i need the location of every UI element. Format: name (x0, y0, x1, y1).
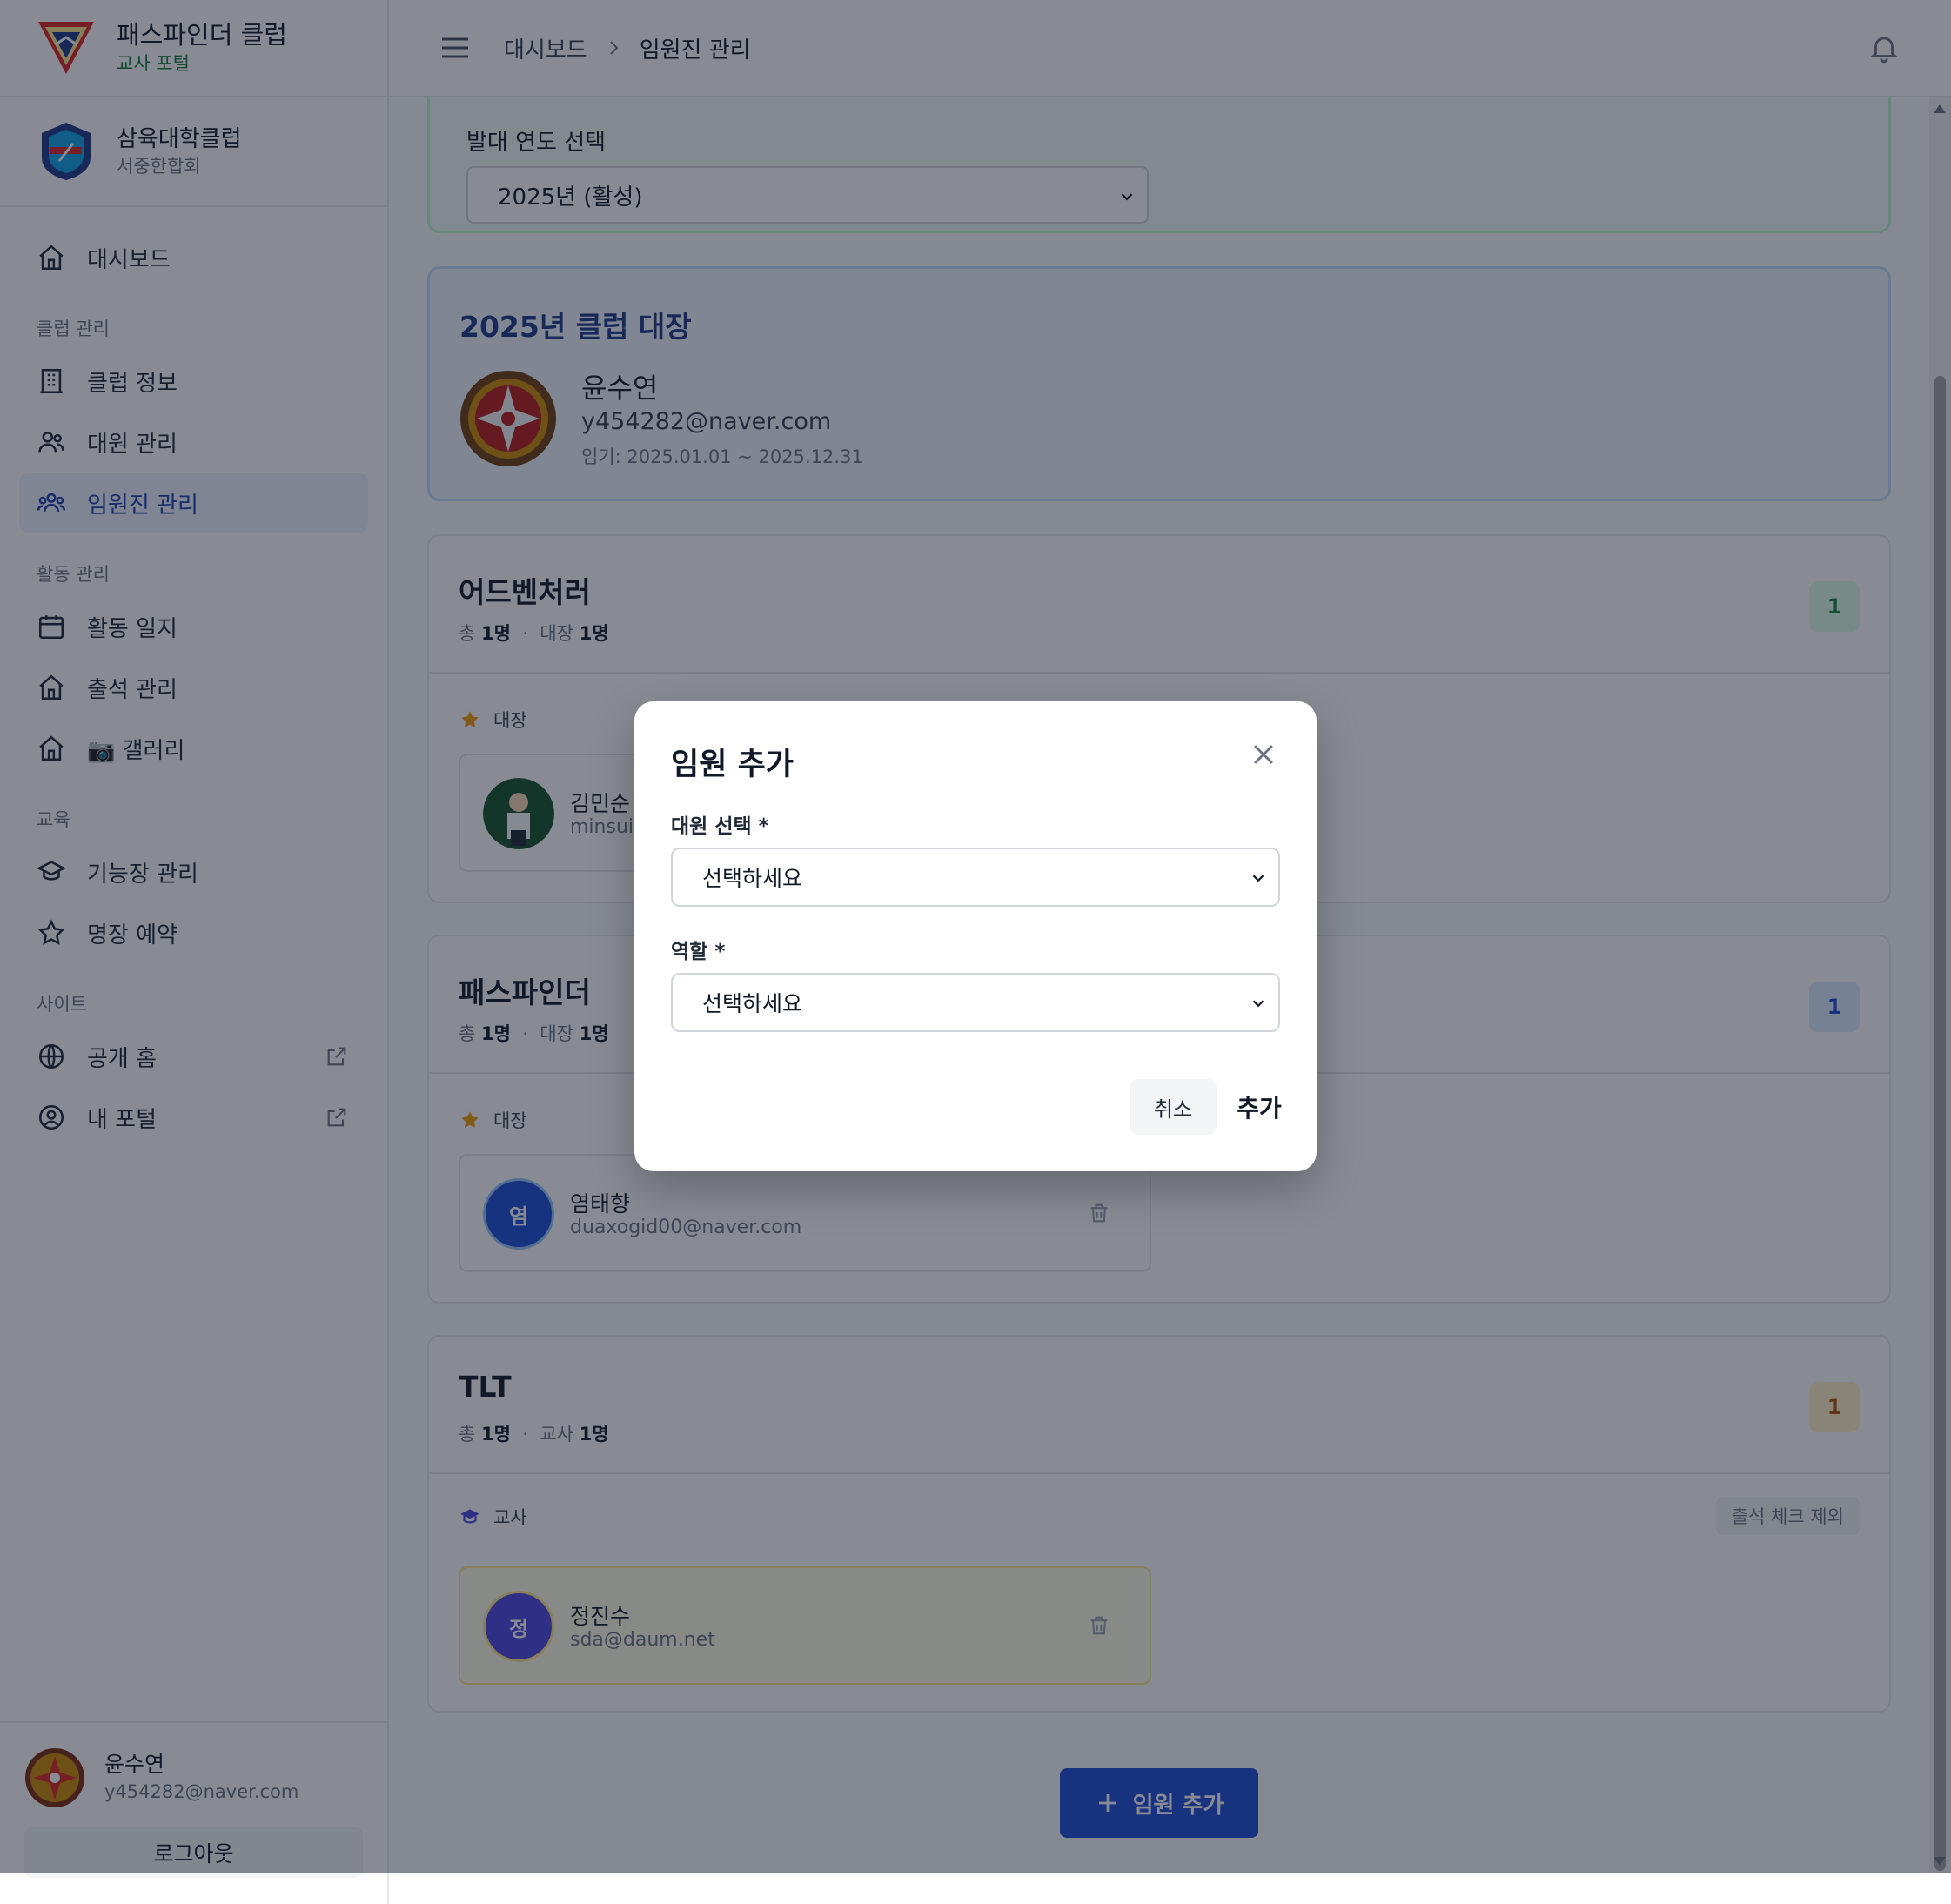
member-select-value: 선택하세요 (702, 866, 803, 891)
modal-title: 임원 추가 (671, 748, 794, 782)
member-select[interactable]: 선택하세요 (671, 848, 1280, 907)
chevron-down-icon (1252, 1000, 1264, 1008)
confirm-add-button[interactable]: 추가 (1235, 1079, 1284, 1135)
add-officer-modal: 임원 추가 대원 선택 * 선택하세요 역할 * 선택하세요 취소 추가 (634, 701, 1317, 1171)
role-select[interactable]: 선택하세요 (671, 973, 1280, 1032)
member-select-label: 대원 선택 * (671, 815, 769, 838)
role-select-label: 역할 * (671, 941, 726, 963)
close-icon[interactable] (1249, 740, 1278, 769)
role-select-value: 선택하세요 (702, 991, 803, 1016)
chevron-down-icon (1252, 875, 1264, 882)
cancel-button[interactable]: 취소 (1130, 1079, 1217, 1135)
